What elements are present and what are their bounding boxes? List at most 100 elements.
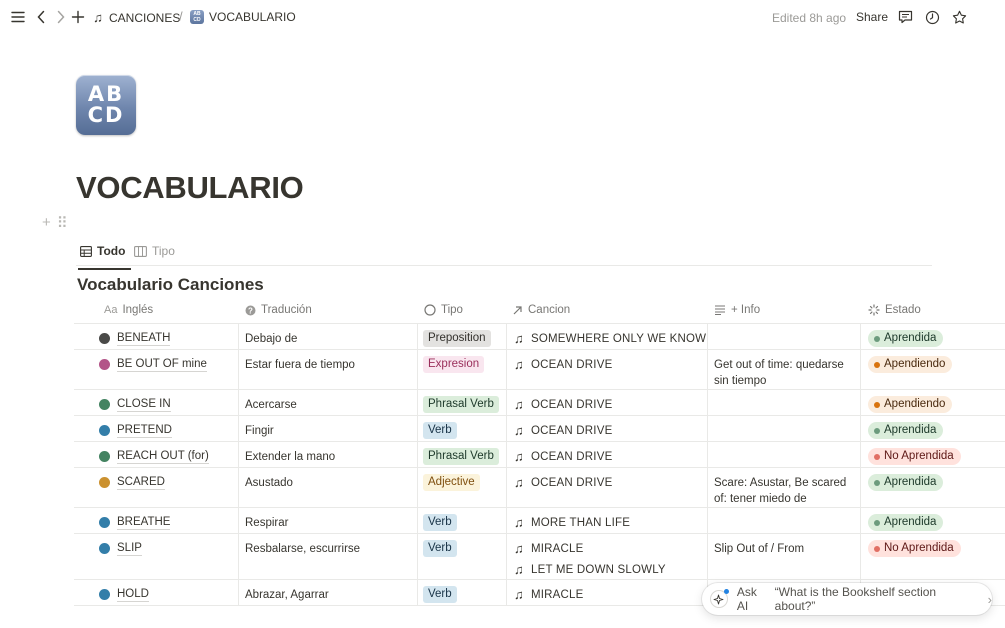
star-favorite-icon[interactable] (949, 7, 969, 27)
song-link[interactable]: ♫ MIRACLE (513, 587, 584, 603)
column-divider (417, 390, 418, 415)
cell-info[interactable]: Scare: Asustar, Be scared of: tener miedo… (714, 475, 854, 507)
cell-cancion[interactable]: ♫ OCEAN DRIVE (513, 475, 612, 491)
song-link[interactable]: ♫ LET ME DOWN SLOWLY (513, 562, 666, 578)
cell-tipo[interactable]: Preposition (423, 330, 491, 347)
cell-ingles[interactable]: SLIP (99, 541, 142, 556)
cell-traduccion[interactable]: Fingir (245, 423, 274, 439)
table-row[interactable]: REACH OUT (for) Extender la mano Phrasal V… (74, 442, 1005, 468)
column-estado-label: Estado (885, 304, 921, 316)
ask-ai-button[interactable]: Ask AI “What is the Bookshelf section ab… (702, 583, 992, 615)
breadcrumb-separator: / (179, 9, 183, 24)
column-header-tipo[interactable]: Tipo (424, 304, 463, 316)
song-link[interactable]: ♫ MORE THAN LIFE (513, 515, 630, 531)
song-link[interactable]: ♫ OCEAN DRIVE (513, 397, 612, 413)
cell-ingles[interactable]: CLOSE IN (99, 397, 171, 412)
share-button[interactable]: Share (856, 10, 888, 24)
table-row[interactable]: SCARED Asustado Adjective ♫ OCEAN DRIVE Scare… (74, 468, 1005, 508)
table-row[interactable]: BE OUT OF mine Estar fuera de tiempo Expre… (74, 350, 1005, 390)
cell-cancion[interactable]: ♫ MORE THAN LIFE (513, 515, 630, 531)
column-header-traduccion[interactable]: ? Tradución (245, 304, 312, 316)
cell-traduccion[interactable]: Extender la mano (245, 449, 335, 465)
cell-estado[interactable]: Apendiendo (868, 356, 953, 373)
cell-ingles[interactable]: PRETEND (99, 423, 172, 438)
song-link[interactable]: ♫ OCEAN DRIVE (513, 475, 612, 491)
cell-traduccion[interactable]: Debajo de (245, 331, 297, 347)
cell-traduccion[interactable]: Abrazar, Agarrar (245, 587, 329, 603)
cell-ingles[interactable]: HOLD (99, 587, 149, 602)
breadcrumb-parent-label: CANCIONES (109, 10, 181, 25)
column-divider (860, 534, 861, 579)
database-title[interactable]: Vocabulario Canciones (77, 275, 264, 295)
cell-tipo[interactable]: Verb (423, 540, 457, 557)
song-link[interactable]: ♫ MIRACLE (513, 541, 666, 557)
cell-tipo[interactable]: Verb (423, 586, 457, 603)
table-row[interactable]: BENEATH Debajo de Preposition ♫ SOMEWHERE ON… (74, 324, 1005, 350)
cell-tipo[interactable]: Verb (423, 514, 457, 531)
cell-cancion[interactable]: ♫ SOMEWHERE ONLY WE KNOW (513, 331, 706, 347)
block-handle[interactable]: + ⠿ (42, 214, 68, 232)
more-options-icon[interactable] (976, 7, 996, 27)
cell-ingles[interactable]: REACH OUT (for) (99, 449, 209, 464)
cell-traduccion[interactable]: Respirar (245, 515, 288, 531)
cell-cancion[interactable]: ♫ MIRACLE ♫ LET ME DOWN SLOWLY (513, 541, 666, 578)
table-row[interactable]: CLOSE IN Acercarse Phrasal Verb ♫ OCEAN DRIV… (74, 390, 1005, 416)
page-title[interactable]: VOCABULARIO (76, 170, 304, 206)
song-link[interactable]: ♫ OCEAN DRIVE (513, 449, 612, 465)
clock-history-icon[interactable] (922, 7, 942, 27)
column-header-cancion[interactable]: Cancion (512, 304, 570, 316)
cell-ingles[interactable]: BREATHE (99, 515, 171, 530)
column-divider (506, 442, 507, 467)
cell-traduccion[interactable]: Asustado (245, 475, 293, 491)
cell-cancion[interactable]: ♫ OCEAN DRIVE (513, 423, 612, 439)
cell-traduccion[interactable]: Resbalarse, escurrirse (245, 541, 360, 557)
cell-cancion[interactable]: ♫ OCEAN DRIVE (513, 357, 612, 373)
cell-estado[interactable]: No Aprendida (868, 540, 961, 557)
breadcrumb-vocabulario[interactable]: AB CD VOCABULARIO (190, 10, 296, 24)
table-row[interactable]: SLIP Resbalarse, escurrirse Verb ♫ MIRACLE ♫ L… (74, 534, 1005, 580)
cell-tipo[interactable]: Verb (423, 422, 457, 439)
song-link[interactable]: ♫ OCEAN DRIVE (513, 357, 612, 373)
cell-ingles[interactable]: BE OUT OF mine (99, 357, 207, 372)
tab-tipo[interactable]: Tipo (134, 244, 175, 258)
cell-ingles[interactable]: BENEATH (99, 331, 171, 346)
cell-cancion[interactable]: ♫ OCEAN DRIVE (513, 397, 612, 413)
cell-estado[interactable]: Aprendida (868, 474, 944, 491)
back-arrow-icon[interactable] (31, 7, 51, 27)
cell-tipo[interactable]: Phrasal Verb (423, 448, 499, 465)
cell-info[interactable]: Slip Out of / From (714, 541, 854, 557)
song-link[interactable]: ♫ OCEAN DRIVE (513, 423, 612, 439)
cell-tipo[interactable]: Adjective (423, 474, 480, 491)
cell-estado[interactable]: Aprendida (868, 330, 944, 347)
column-header-estado[interactable]: Estado (868, 304, 921, 316)
column-header-info[interactable]: + Info (714, 304, 760, 316)
song-link[interactable]: ♫ SOMEWHERE ONLY WE KNOW (513, 331, 706, 347)
table-row[interactable]: PRETEND Fingir Verb ♫ OCEAN DRIVE Aprendida (74, 416, 1005, 442)
cell-ingles[interactable]: SCARED (99, 475, 165, 490)
cell-traduccion[interactable]: Estar fuera de tiempo (245, 357, 355, 373)
cell-estado[interactable]: Aprendida (868, 514, 944, 531)
cell-cancion[interactable]: ♫ MIRACLE (513, 587, 584, 603)
tab-todo[interactable]: Todo (78, 244, 131, 270)
cell-estado[interactable]: Apendiendo (868, 396, 953, 413)
cell-estado[interactable]: No Aprendida (868, 448, 961, 465)
new-page-plus-icon[interactable] (68, 7, 88, 27)
cell-info[interactable]: Get out of time: quedarse sin tiempo (714, 357, 854, 389)
status-dot-icon (874, 479, 880, 486)
cell-cancion[interactable]: ♫ OCEAN DRIVE (513, 449, 612, 465)
drag-handle-icon[interactable]: ⠿ (57, 214, 68, 232)
cell-traduccion[interactable]: Acercarse (245, 397, 297, 413)
comment-icon[interactable] (895, 7, 915, 27)
cell-tipo[interactable]: Phrasal Verb (423, 396, 499, 413)
page-icon-abcd[interactable]: AB CD (76, 75, 136, 135)
breadcrumb-canciones[interactable]: ♫ CANCIONES (92, 10, 180, 25)
add-block-plus-icon[interactable]: + (42, 214, 51, 232)
info-line: sin tiempo (714, 375, 767, 387)
cell-tipo[interactable]: Expresion (423, 356, 485, 373)
status-badge: Aprendida (868, 422, 944, 439)
sidebar-menu-icon[interactable] (8, 7, 28, 27)
column-header-ingles[interactable]: Aa Inglés (104, 304, 153, 316)
table-row[interactable]: BREATHE Respirar Verb ♫ MORE THAN LIFE Aprend… (74, 508, 1005, 534)
cell-estado[interactable]: Aprendida (868, 422, 944, 439)
column-divider (238, 468, 239, 507)
